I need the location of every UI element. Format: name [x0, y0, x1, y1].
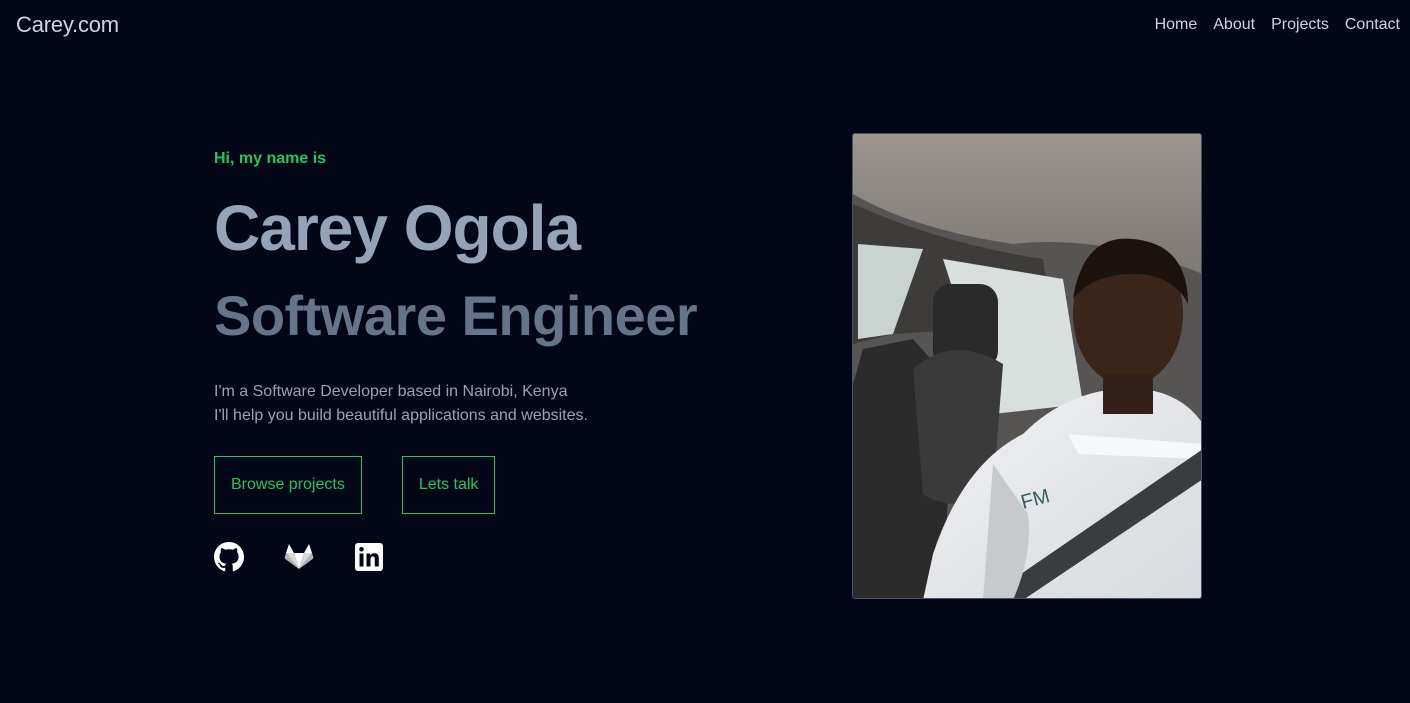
- bio-line-location: I'm a Software Developer based in Nairob…: [214, 383, 568, 400]
- bio-line-offer: I'll help you build beautiful applicatio…: [214, 407, 588, 424]
- profile-photo: FM: [852, 133, 1202, 599]
- lets-talk-button[interactable]: Lets talk: [401, 456, 496, 514]
- hero-name: Carey Ogola: [214, 192, 581, 264]
- nav-link-about[interactable]: About: [1213, 16, 1255, 34]
- nav-menu: Home About Projects Contact: [1155, 16, 1400, 34]
- social-links: [214, 542, 774, 572]
- hero-buttons: Browse projects Lets talk: [214, 456, 774, 514]
- browse-projects-button[interactable]: Browse projects: [214, 456, 362, 514]
- greeting-text: Hi, my name is: [214, 150, 327, 167]
- gitlab-icon[interactable]: [284, 542, 314, 572]
- nav-link-contact[interactable]: Contact: [1345, 16, 1400, 34]
- hero-intro: Hi, my name is Carey Ogola Software Engi…: [214, 150, 774, 572]
- top-navbar: Carey.com Home About Projects Contact: [0, 0, 1410, 52]
- nav-link-home[interactable]: Home: [1155, 16, 1198, 34]
- github-icon[interactable]: [214, 542, 244, 572]
- profile-photo-image: FM: [853, 134, 1201, 598]
- nav-link-projects[interactable]: Projects: [1271, 16, 1329, 34]
- linkedin-icon[interactable]: [354, 542, 384, 572]
- hero-bio: I'm a Software Developer based in Nairob…: [214, 380, 774, 428]
- hero-role: Software Engineer: [214, 284, 698, 347]
- brand-logo-link[interactable]: Carey.com: [16, 12, 119, 38]
